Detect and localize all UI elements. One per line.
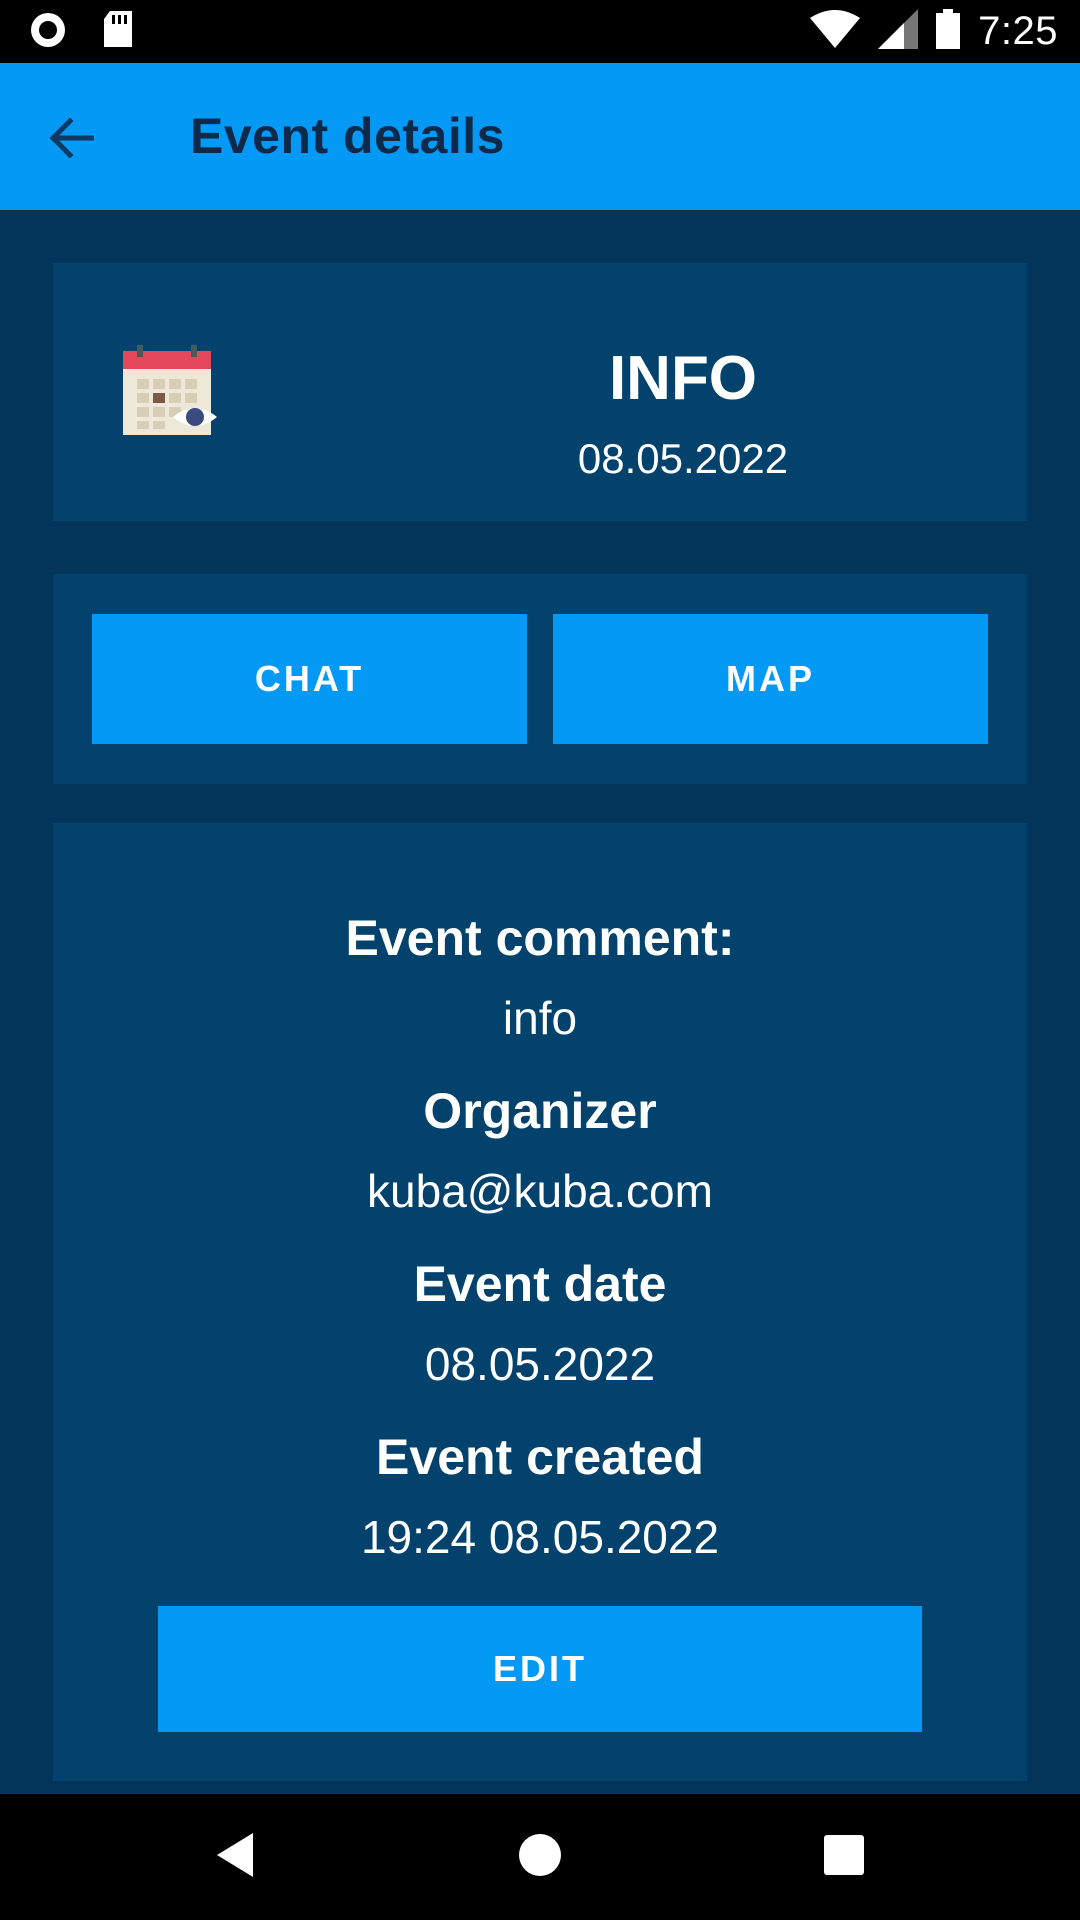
nav-back-button[interactable] (202, 1824, 268, 1890)
signal-icon (878, 9, 919, 54)
event-created-label: Event created (376, 1429, 704, 1485)
content-area: INFO 08.05.2022 CHAT MAP Event comment: … (0, 210, 1080, 1794)
recents-square-icon (824, 1834, 864, 1880)
record-icon (28, 10, 68, 55)
status-bar: 7:25 (0, 0, 1080, 63)
navigation-bar (0, 1794, 1080, 1920)
comment-value: info (502, 992, 578, 1044)
organizer-value: kuba@kuba.com (367, 1165, 713, 1217)
event-header-card: INFO 08.05.2022 (53, 263, 1027, 521)
page-title: Event details (190, 108, 505, 164)
home-circle-icon (517, 1832, 563, 1883)
actions-card: CHAT MAP (53, 574, 1027, 784)
map-button[interactable]: MAP (553, 614, 988, 744)
event-date-value: 08.05.2022 (424, 1338, 656, 1390)
battery-icon (936, 9, 961, 54)
clock: 7:25 (978, 9, 1058, 53)
wifi-icon (810, 10, 861, 53)
nav-recents-button[interactable] (811, 1824, 877, 1890)
app-bar: Event details (0, 63, 1080, 210)
edit-button[interactable]: EDIT (158, 1606, 922, 1732)
event-title: INFO (608, 344, 758, 413)
event-created-value: 19:24 08.05.2022 (360, 1511, 720, 1563)
organizer-label: Organizer (423, 1083, 657, 1139)
sd-card-icon (102, 11, 134, 54)
event-details-card: Event comment: info Organizer kuba@kuba.… (53, 823, 1027, 1781)
nav-home-button[interactable] (507, 1824, 573, 1890)
calendar-eye-icon (123, 345, 219, 441)
event-date-label: Event date (413, 1256, 667, 1312)
chat-button[interactable]: CHAT (92, 614, 527, 744)
comment-label: Event comment: (345, 910, 735, 966)
arrow-left-icon (48, 116, 95, 163)
back-triangle-icon (213, 1831, 257, 1884)
event-header-date: 08.05.2022 (577, 435, 789, 482)
back-button[interactable] (36, 105, 106, 175)
